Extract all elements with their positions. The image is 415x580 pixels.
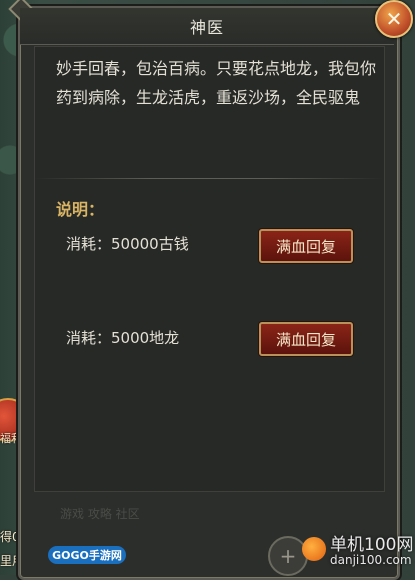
close-button[interactable]: ✕ [375, 0, 413, 38]
button-label: 满血回复 [275, 237, 336, 256]
full-heal-button-dilong[interactable]: 满血回复 [259, 322, 353, 356]
dialog-content-panel [34, 46, 385, 492]
faint-background-text: 游戏 攻略 社区 [60, 507, 140, 521]
gogo-watermark-logo: GOGO手游网 [48, 546, 126, 564]
watermark-site-url: danji100.com [330, 553, 412, 567]
plus-icon[interactable]: + [268, 536, 308, 576]
dialog-titlebar: 神医 [20, 8, 394, 45]
cost-label-coins: 消耗：50000古钱 [66, 235, 189, 253]
cost-label-dilong: 消耗：5000地龙 [66, 329, 180, 347]
full-heal-button-coins[interactable]: 满血回复 [259, 229, 353, 263]
close-icon: ✕ [385, 7, 403, 31]
side-label-gain: 得0 [0, 530, 20, 544]
content-divider [34, 178, 383, 179]
watermark-site-name: 单机100网 [330, 535, 414, 555]
dialog-title: 神医 [189, 18, 224, 37]
watermark-orange-icon [302, 537, 326, 561]
healer-intro-text: 妙手回春，包治百病。只要花点地龙，我包你药到病除，生龙活虎，重返沙场，全民驱鬼 [56, 59, 377, 107]
section-title-instructions: 说明： [56, 200, 105, 219]
button-label: 满血回复 [275, 330, 336, 349]
